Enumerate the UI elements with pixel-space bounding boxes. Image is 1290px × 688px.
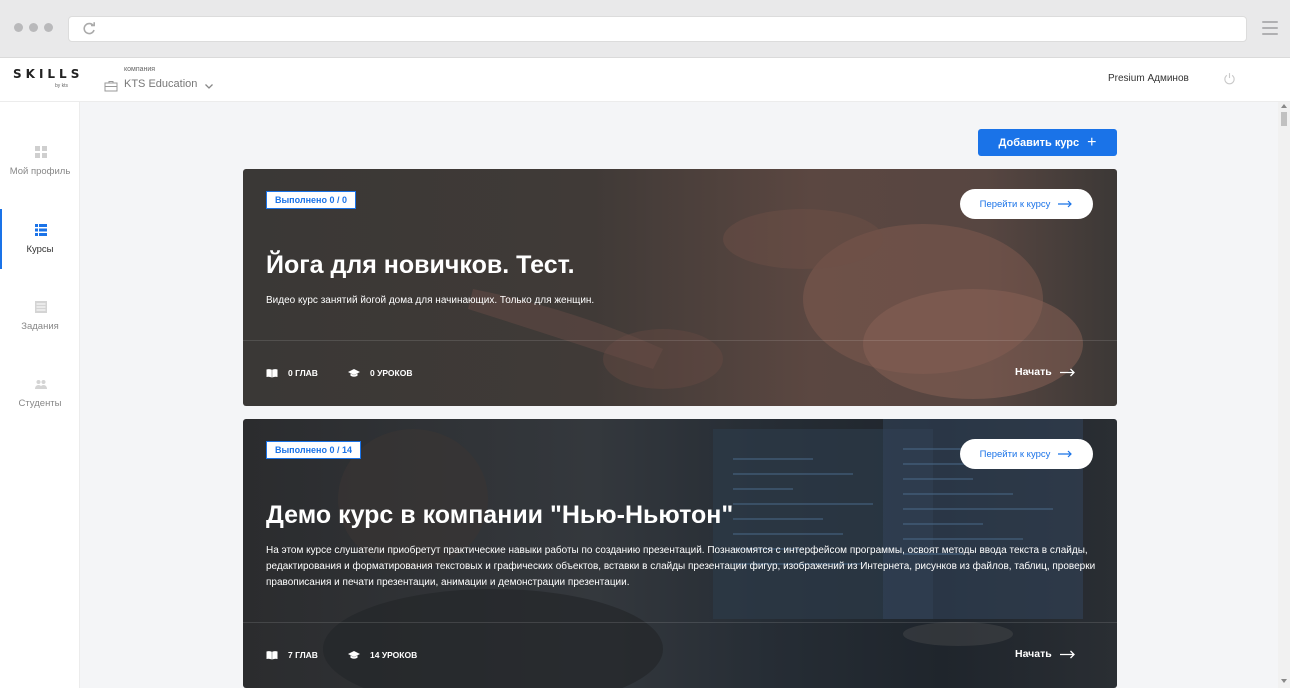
chapters-count: 0 ГЛАВ — [266, 368, 318, 378]
sidebar-item-students[interactable]: Студенты — [0, 378, 80, 438]
add-course-label: Добавить курс — [998, 136, 1080, 149]
arrow-right-icon — [1059, 650, 1075, 658]
app-logo[interactable]: SKILLS — [13, 67, 83, 81]
arrow-right-icon — [1058, 450, 1073, 458]
company-name: KTS Education — [124, 78, 198, 90]
start-course-button[interactable]: Начать — [1015, 648, 1076, 660]
card-divider — [243, 622, 1117, 623]
go-to-course-label: Перейти к курсу — [979, 198, 1051, 210]
book-icon — [266, 651, 278, 660]
app-header: SKILLS by kts компания KTS Education Pre… — [0, 58, 1290, 102]
lessons-count: 0 УРОКОВ — [348, 368, 412, 378]
sidebar: Мой профиль Курсы Задания Студенты — [0, 102, 80, 688]
start-label: Начать — [1015, 648, 1052, 660]
app-logo-sub: by kts — [55, 83, 69, 89]
dashboard-icon — [35, 146, 47, 158]
sidebar-item-label: Задания — [21, 321, 59, 332]
course-description: На этом курсе слушатели приобретут практ… — [266, 545, 1096, 588]
users-icon — [35, 380, 47, 389]
browser-menu-icon[interactable] — [1262, 21, 1278, 35]
arrow-right-icon — [1059, 368, 1075, 376]
chapters-count: 7 ГЛАВ — [266, 650, 318, 660]
sidebar-item-tasks[interactable]: Задания — [0, 301, 80, 361]
start-course-button[interactable]: Начать — [1015, 366, 1076, 378]
scrollbar-thumb[interactable] — [1281, 112, 1287, 126]
logout-power-icon[interactable] — [1223, 72, 1236, 85]
graduation-cap-icon — [348, 369, 360, 377]
graduation-cap-icon — [348, 651, 360, 659]
sidebar-item-label: Курсы — [26, 244, 54, 255]
sidebar-item-label: Студенты — [18, 398, 62, 409]
course-card[interactable]: Выполнено 0 / 0 Перейти к курсу Йога для… — [243, 169, 1117, 406]
chapters-label: 7 ГЛАВ — [288, 650, 318, 660]
course-title[interactable]: Йога для новичков. Тест. — [266, 251, 575, 280]
sidebar-item-label: Мой профиль — [9, 166, 71, 177]
add-course-button[interactable]: Добавить курс + — [978, 129, 1117, 156]
reload-icon[interactable] — [81, 21, 97, 37]
course-card[interactable]: Выполнено 0 / 14 Перейти к курсу Демо ку… — [243, 419, 1117, 688]
window-controls[interactable] — [14, 23, 53, 32]
list-icon — [35, 224, 47, 236]
sidebar-item-profile[interactable]: Мой профиль — [0, 146, 80, 206]
book-icon — [266, 369, 278, 378]
chapters-label: 0 ГЛАВ — [288, 368, 318, 378]
arrow-right-icon — [1058, 200, 1073, 208]
start-label: Начать — [1015, 366, 1052, 378]
chevron-down-icon — [205, 84, 213, 89]
card-divider — [243, 340, 1117, 341]
company-caption: компания — [124, 66, 156, 73]
sidebar-item-courses[interactable]: Курсы — [0, 224, 80, 284]
lessons-label: 14 УРОКОВ — [370, 650, 418, 660]
course-description: Видео курс занятий йогой дома для начина… — [266, 295, 595, 306]
go-to-course-button[interactable]: Перейти к курсу — [960, 189, 1093, 219]
go-to-course-label: Перейти к курсу — [979, 448, 1051, 460]
browser-chrome — [0, 0, 1290, 58]
tasks-icon — [35, 301, 47, 313]
user-name[interactable]: Presium Админов — [1108, 73, 1189, 84]
course-progress-badge: Выполнено 0 / 14 — [266, 441, 362, 459]
plus-icon: + — [1087, 133, 1097, 151]
scroll-up-arrow-icon[interactable] — [1281, 104, 1287, 108]
go-to-course-button[interactable]: Перейти к курсу — [960, 439, 1093, 469]
course-title[interactable]: Демо курс в компании "Нью-Ньютон" — [266, 501, 733, 530]
briefcase-icon — [104, 81, 118, 92]
lessons-count: 14 УРОКОВ — [348, 650, 417, 660]
lessons-label: 0 УРОКОВ — [370, 368, 413, 378]
scroll-down-arrow-icon[interactable] — [1281, 679, 1287, 683]
course-progress-badge: Выполнено 0 / 0 — [266, 191, 356, 209]
page-scrollbar[interactable] — [1278, 102, 1290, 688]
address-bar[interactable] — [68, 16, 1247, 42]
